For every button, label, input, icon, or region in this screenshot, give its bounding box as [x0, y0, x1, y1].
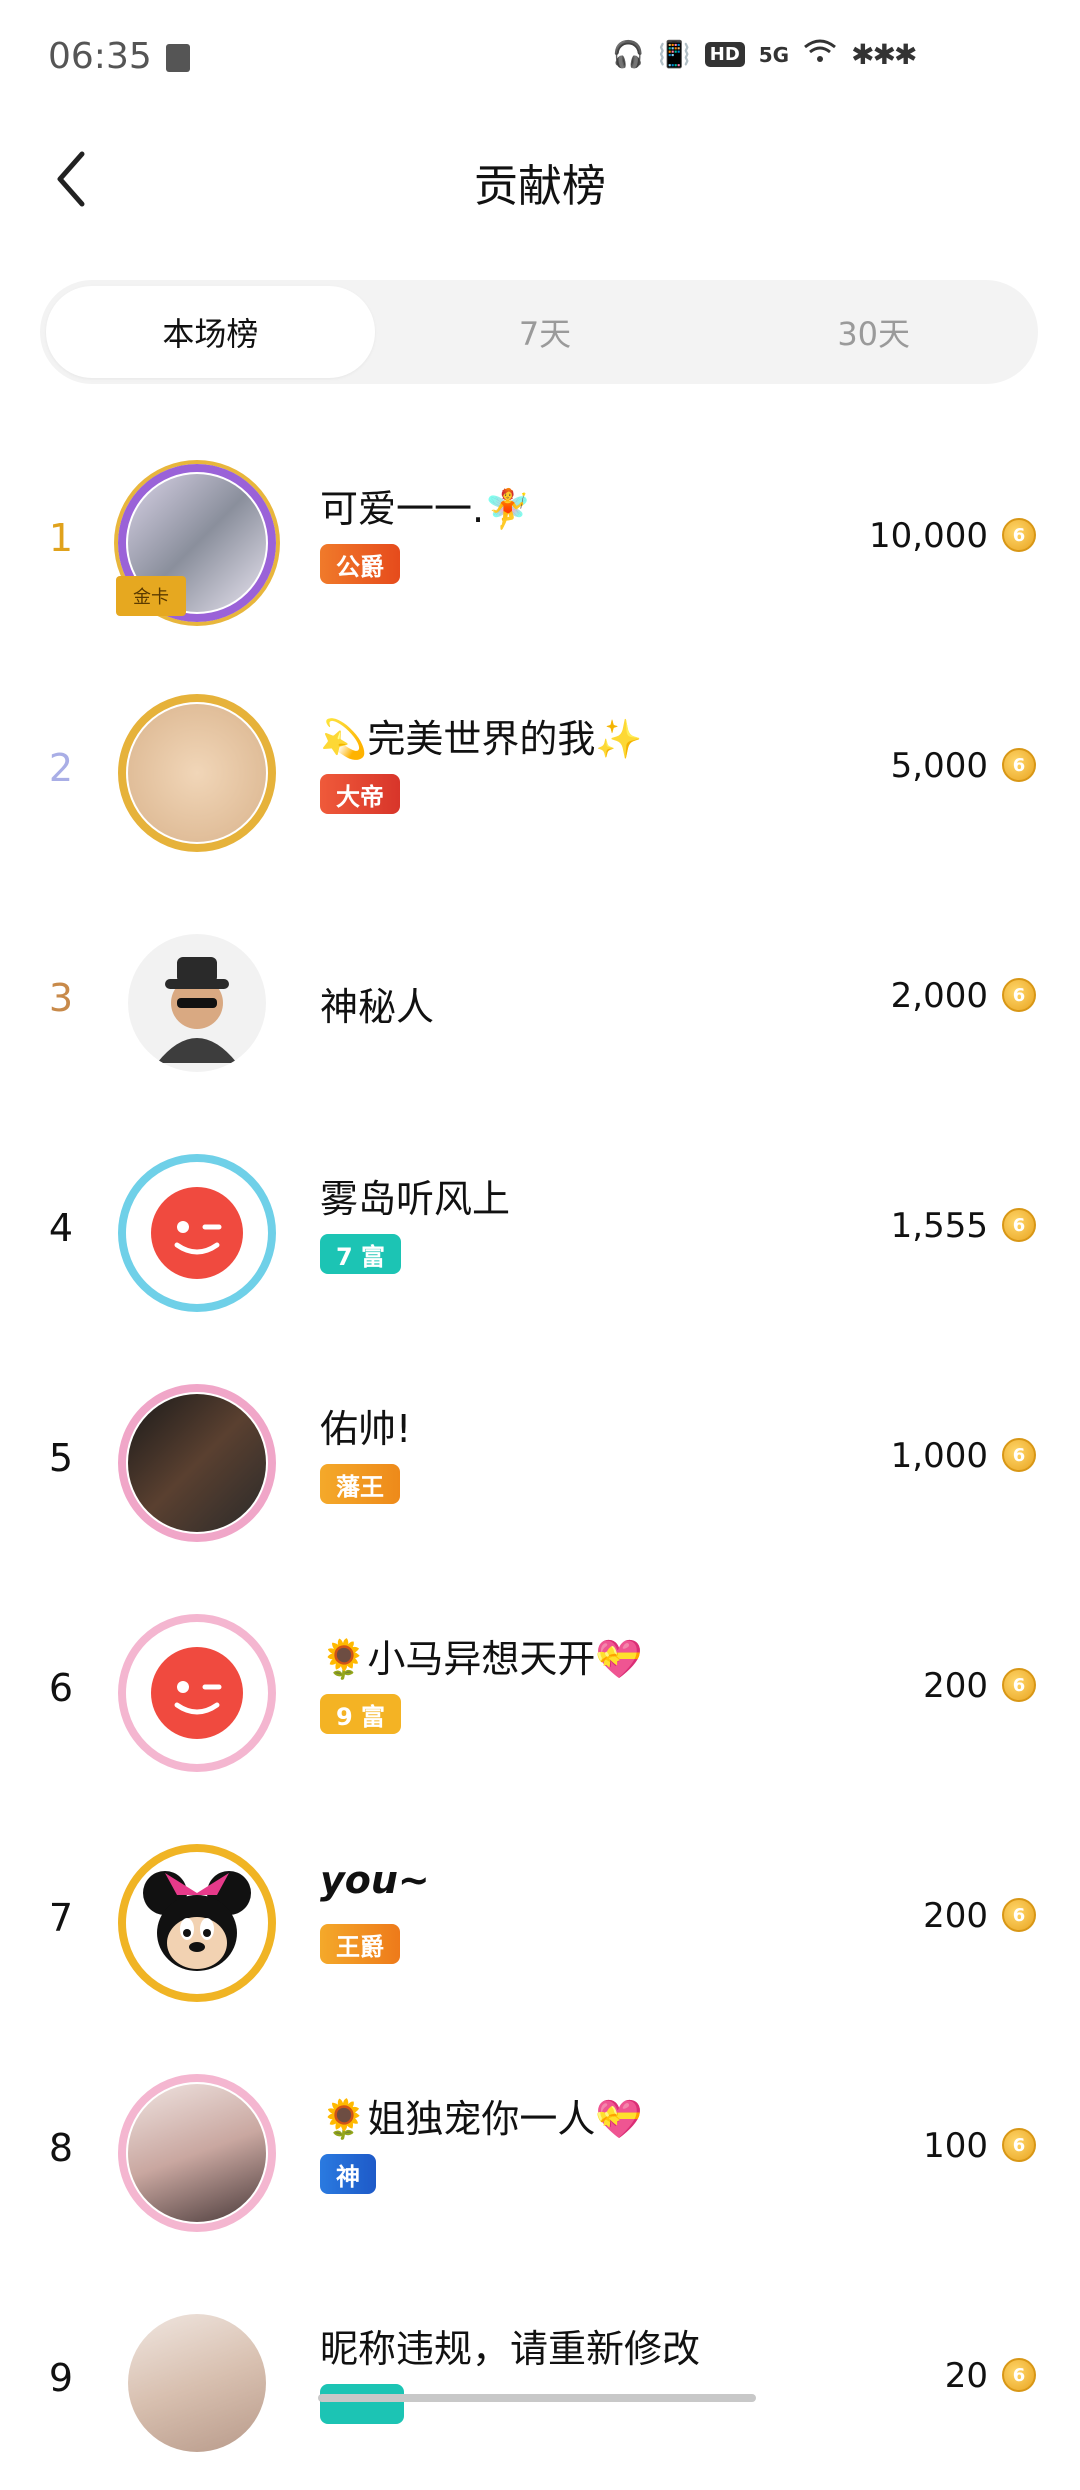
tab-current[interactable]: 本场榜 — [46, 286, 375, 378]
rank-number: 8 — [48, 2126, 74, 2170]
avatar[interactable] — [118, 1844, 276, 2002]
list-item[interactable]: 8 🌻姐独宠你一人💝 神 100 6 — [0, 2030, 1080, 2260]
vibrate-icon: 📳 — [658, 39, 691, 70]
tab-30-days[interactable]: 30天 — [709, 280, 1038, 384]
avatar-frame — [118, 1154, 276, 1312]
score-value: 2,000 — [890, 976, 988, 1016]
level-badge: 大帝 — [320, 774, 400, 814]
coin-icon: 6 — [1002, 1208, 1036, 1242]
score-value: 1,000 — [890, 1436, 988, 1476]
coin-icon: 6 — [1002, 978, 1036, 1012]
avatar-image — [128, 2314, 266, 2452]
rank-number: 6 — [48, 1666, 74, 1710]
avatar-frame — [118, 1844, 276, 2002]
level-badge: 神 — [320, 2154, 376, 2194]
avatar[interactable] — [118, 1154, 276, 1312]
avatar-frame — [118, 1614, 276, 1772]
user-name: 💫完美世界的我✨ — [320, 717, 643, 761]
coin-icon: 6 — [1002, 748, 1036, 782]
coin-icon: 6 — [1002, 518, 1036, 552]
coin-icon: 6 — [1002, 2358, 1036, 2392]
avatar-frame — [118, 1384, 276, 1542]
level-badge: 王爵 — [320, 1924, 400, 1964]
hd-icon: HD — [704, 42, 745, 67]
avatar[interactable] — [118, 1614, 276, 1772]
rank-number: 5 — [48, 1436, 74, 1480]
avatar[interactable] — [122, 928, 272, 1078]
avatar-frame — [118, 2074, 276, 2232]
level-badge: 藩王 — [320, 1464, 400, 1504]
coin-icon: 6 — [1002, 1898, 1036, 1932]
rank-number: 4 — [48, 1206, 74, 1250]
status-icons: 🎧 📳 HD 5G ✱✱✱ — [612, 38, 918, 71]
gold-card-icon: 金卡 — [116, 576, 186, 616]
page-title: 贡献榜 — [474, 161, 606, 212]
ranking-list: 1 金卡 可爱一一.🧚 公爵 10,000 6 2 💫完美世界的我✨ 大帝 5,… — [0, 420, 1080, 2490]
user-name: 🌻姐独宠你一人💝 — [320, 2097, 643, 2141]
ranking-tabs: 本场榜 7天 30天 — [40, 280, 1038, 384]
user-name: you~ — [320, 1858, 430, 1902]
avatar[interactable] — [122, 2308, 272, 2458]
battery-icon: ✱✱✱ — [851, 38, 917, 71]
list-item[interactable]: 4 雾岛听风上 7 富 1,555 6 — [0, 1110, 1080, 1340]
clipboard-icon — [166, 44, 190, 72]
list-item[interactable]: 3 神秘人 2,000 6 — [0, 880, 1080, 1110]
tab-7-days[interactable]: 7天 — [381, 280, 710, 384]
score-value: 200 — [923, 1666, 988, 1706]
rank-number: 1 — [48, 516, 74, 560]
user-name: 雾岛听风上 — [320, 1177, 511, 1221]
list-item[interactable]: 6 🌻小马异想天开💝 9 富 200 6 — [0, 1570, 1080, 1800]
score-value: 200 — [923, 1896, 988, 1936]
level-badge: 公爵 — [320, 544, 400, 584]
wifi-icon — [803, 38, 837, 71]
list-item[interactable]: 9 昵称违规，请重新修改 20 6 — [0, 2260, 1080, 2490]
score-value: 10,000 — [869, 516, 988, 556]
list-item[interactable]: 2 💫完美世界的我✨ 大帝 5,000 6 — [0, 650, 1080, 880]
rank-number: 2 — [48, 746, 74, 790]
list-item[interactable]: 7 you~ 王爵 200 6 — [0, 1800, 1080, 2030]
rank-number: 7 — [48, 1896, 74, 1940]
list-item[interactable]: 5 佑帅! 藩王 1,000 6 — [0, 1340, 1080, 1570]
status-bar: 06:35 🎧 📳 HD 5G ✱✱✱ — [0, 0, 1080, 120]
coin-icon: 6 — [1002, 1668, 1036, 1702]
status-time: 06:35 — [48, 36, 152, 77]
level-badge — [320, 2384, 404, 2424]
user-name: 🌻小马异想天开💝 — [320, 1637, 643, 1681]
network-5g-icon: 5G — [758, 42, 790, 67]
avatar[interactable] — [118, 2074, 276, 2232]
user-name: 佑帅! — [320, 1407, 412, 1451]
score-value: 100 — [923, 2126, 988, 2166]
user-name: 神秘人 — [320, 985, 435, 1029]
coin-icon: 6 — [1002, 2128, 1036, 2162]
level-badge: 7 富 — [320, 1234, 402, 1274]
avatar[interactable] — [118, 694, 276, 852]
list-item[interactable]: 1 金卡 可爱一一.🧚 公爵 10,000 6 — [0, 420, 1080, 650]
header: 贡献榜 — [0, 120, 1080, 240]
score-value: 5,000 — [890, 746, 988, 786]
user-name: 昵称违规，请重新修改 — [320, 2327, 701, 2371]
coin-icon: 6 — [1002, 1438, 1036, 1472]
level-badge: 9 富 — [320, 1694, 402, 1734]
rank-number: 9 — [48, 2356, 74, 2400]
avatar[interactable]: 金卡 — [116, 464, 276, 622]
rank-number: 3 — [48, 976, 74, 1020]
score-value: 20 — [944, 2356, 988, 2396]
mystery-person-icon — [128, 934, 266, 1072]
home-indicator[interactable] — [318, 2394, 756, 2402]
avatar[interactable] — [118, 1384, 276, 1542]
headphones-icon: 🎧 — [612, 39, 645, 70]
avatar-frame — [118, 694, 276, 852]
user-name: 可爱一一.🧚 — [320, 487, 532, 531]
score-value: 1,555 — [890, 1206, 988, 1246]
